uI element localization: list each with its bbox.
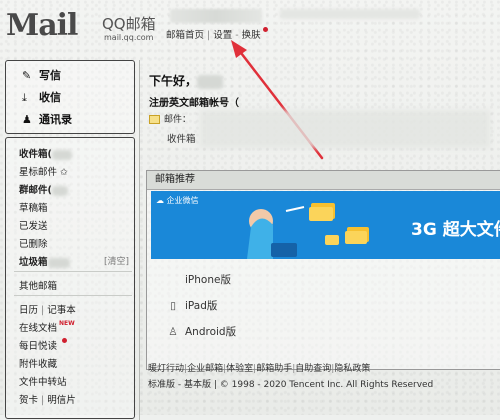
footer-link-enterprise[interactable]: 企业邮箱: [187, 364, 223, 374]
file-transfer-link[interactable]: 文件中转站: [19, 374, 67, 388]
logo-qq-text: QQ邮箱: [102, 15, 156, 33]
sidebar-item-spam[interactable]: 垃圾箱: [19, 254, 70, 268]
nav-home-link[interactable]: 邮箱首页: [166, 30, 204, 41]
tablet-icon: ▯: [170, 300, 176, 312]
separator: -: [177, 380, 182, 390]
online-docs-link[interactable]: 在线文档 NEW: [19, 320, 75, 334]
sidebar-item-deleted[interactable]: 已删除: [19, 236, 48, 250]
blurred-count: [51, 149, 72, 160]
banner-illustration-icon: [247, 203, 369, 259]
footer-link-self-service[interactable]: 自助查询: [295, 364, 331, 374]
receive-button[interactable]: ⤓ 收信: [22, 89, 61, 105]
nav-separator: |: [207, 30, 211, 41]
contacts-icon: ♟: [22, 113, 32, 126]
group-label: 群邮件(: [19, 185, 52, 196]
new-badge: NEW: [59, 320, 75, 327]
clear-spam-link[interactable]: [清空]: [104, 254, 129, 267]
greeting-text: 下午好，: [149, 72, 224, 89]
nav-settings-link[interactable]: 设置: [213, 30, 232, 41]
starred-label: 星标邮件: [19, 167, 58, 178]
inbox-label: 收件箱(: [19, 149, 52, 160]
blurred-username: [197, 74, 224, 89]
separator: |: [41, 305, 45, 316]
sidebar-item-sent[interactable]: 已发送: [19, 218, 48, 232]
sidebar-item-starred[interactable]: 星标邮件 ✩: [19, 164, 68, 178]
spam-label: 垃圾箱: [19, 257, 48, 268]
sidebar-item-other-mailboxes[interactable]: 其他邮箱: [19, 278, 57, 292]
star-icon: ✩: [60, 167, 69, 178]
logo-domain-text: mail.qq.com: [104, 33, 154, 42]
blurred-account-info: [200, 110, 490, 148]
qq-mail-logo[interactable]: Mail QQ邮箱 mail.qq.com: [6, 6, 156, 46]
wework-banner[interactable]: ☁ 企业微信 3G 超大文件: [151, 191, 500, 259]
attachments-link[interactable]: 附件收藏: [19, 356, 57, 370]
daily-reading-label: 每日悦读: [19, 341, 58, 352]
copyright-text: | © 1998 - 2020 Tencent Inc. All Rights …: [213, 380, 434, 390]
download-icon: ⤓: [22, 91, 27, 104]
footer-link-warm-light[interactable]: 暖灯行动: [148, 364, 184, 374]
android-client-link[interactable]: ♙ Android版: [167, 324, 236, 339]
receive-label: 收信: [39, 91, 61, 104]
divider: [14, 271, 132, 272]
blurred-count: [51, 185, 68, 196]
notification-dot-icon: [62, 338, 68, 343]
sidebar-apps-row-1: 日历 | 记事本: [19, 302, 76, 316]
compose-button[interactable]: ✎ 写信: [22, 67, 61, 83]
sidebar-folders: 收件箱( 星标邮件 ✩ 群邮件( 草稿箱 已发送 已删除 垃圾箱 [清空] 其他…: [5, 137, 135, 419]
contacts-button[interactable]: ♟ 通讯录: [22, 111, 72, 127]
postcard-link[interactable]: 明信片: [47, 395, 76, 406]
sidebar-apps-row-2: 贺卡 | 明信片: [19, 392, 76, 406]
notification-dot-icon: [262, 27, 268, 32]
panel-title: 邮箱推荐: [147, 171, 500, 190]
android-icon: ♙: [168, 326, 178, 338]
top-nav: 邮箱首页 | 设置 - 换肤: [166, 27, 268, 41]
android-label: Android版: [185, 326, 237, 338]
online-docs-label: 在线文档: [19, 323, 58, 334]
divider: [14, 295, 132, 296]
blurred-header-info: [280, 9, 420, 19]
sidebar-item-drafts[interactable]: 草稿箱: [19, 200, 48, 214]
register-english-address-link[interactable]: 注册英文邮箱帐号（: [149, 94, 239, 109]
ipad-label: iPad版: [185, 300, 218, 312]
calendar-link[interactable]: 日历: [19, 305, 38, 316]
basic-version-link[interactable]: 基本版: [184, 380, 211, 390]
inbox-summary-link[interactable]: 收件箱: [167, 131, 196, 145]
mailbox-recommendation-panel: 邮箱推荐 ☁ 企业微信 3G 超大文件 iPhone版 ▯ iPad版 ♙ Andr…: [146, 170, 500, 370]
blurred-username: [170, 9, 262, 23]
ipad-client-link[interactable]: ▯ iPad版: [167, 298, 217, 313]
greeting-cards-link[interactable]: 贺卡: [19, 395, 38, 406]
footer-link-privacy[interactable]: 隐私政策: [334, 364, 370, 374]
pen-icon: ✎: [22, 69, 32, 82]
banner-headline: 3G 超大文件: [411, 220, 500, 240]
contacts-label: 通讯录: [39, 113, 72, 126]
sidebar-actions: ✎ 写信 ⤓ 收信 ♟ 通讯录: [5, 60, 135, 134]
divider: [139, 60, 140, 420]
nav-dash: -: [235, 30, 239, 41]
iphone-client-link[interactable]: iPhone版: [167, 272, 231, 287]
sidebar-item-inbox[interactable]: 收件箱(: [19, 146, 72, 160]
sidebar-item-group[interactable]: 群邮件(: [19, 182, 68, 196]
blurred-count: [47, 257, 70, 268]
compose-label: 写信: [39, 69, 61, 82]
nav-skin-link[interactable]: 换肤: [242, 30, 261, 41]
greeting-label: 下午好，: [149, 74, 198, 88]
mail-label: 邮件：: [164, 115, 192, 125]
iphone-label: iPhone版: [185, 274, 231, 286]
footer-links: 暖灯行动|企业邮箱|体验室|邮箱助手|自助查询|隐私政策: [148, 361, 370, 374]
mail-summary-row: 邮件：: [149, 112, 191, 125]
footer-version-row: 标准版 - 基本版 | © 1998 - 2020 Tencent Inc. A…: [148, 377, 433, 390]
daily-reading-link[interactable]: 每日悦读: [19, 338, 68, 352]
standard-version-link[interactable]: 标准版: [148, 380, 175, 390]
logo-mail-text: Mail: [6, 8, 78, 43]
footer-link-lab[interactable]: 体验室: [226, 364, 253, 374]
separator: |: [41, 395, 45, 406]
footer-link-assistant[interactable]: 邮箱助手: [256, 364, 292, 374]
envelope-icon: [149, 115, 160, 124]
notes-link[interactable]: 记事本: [47, 305, 76, 316]
